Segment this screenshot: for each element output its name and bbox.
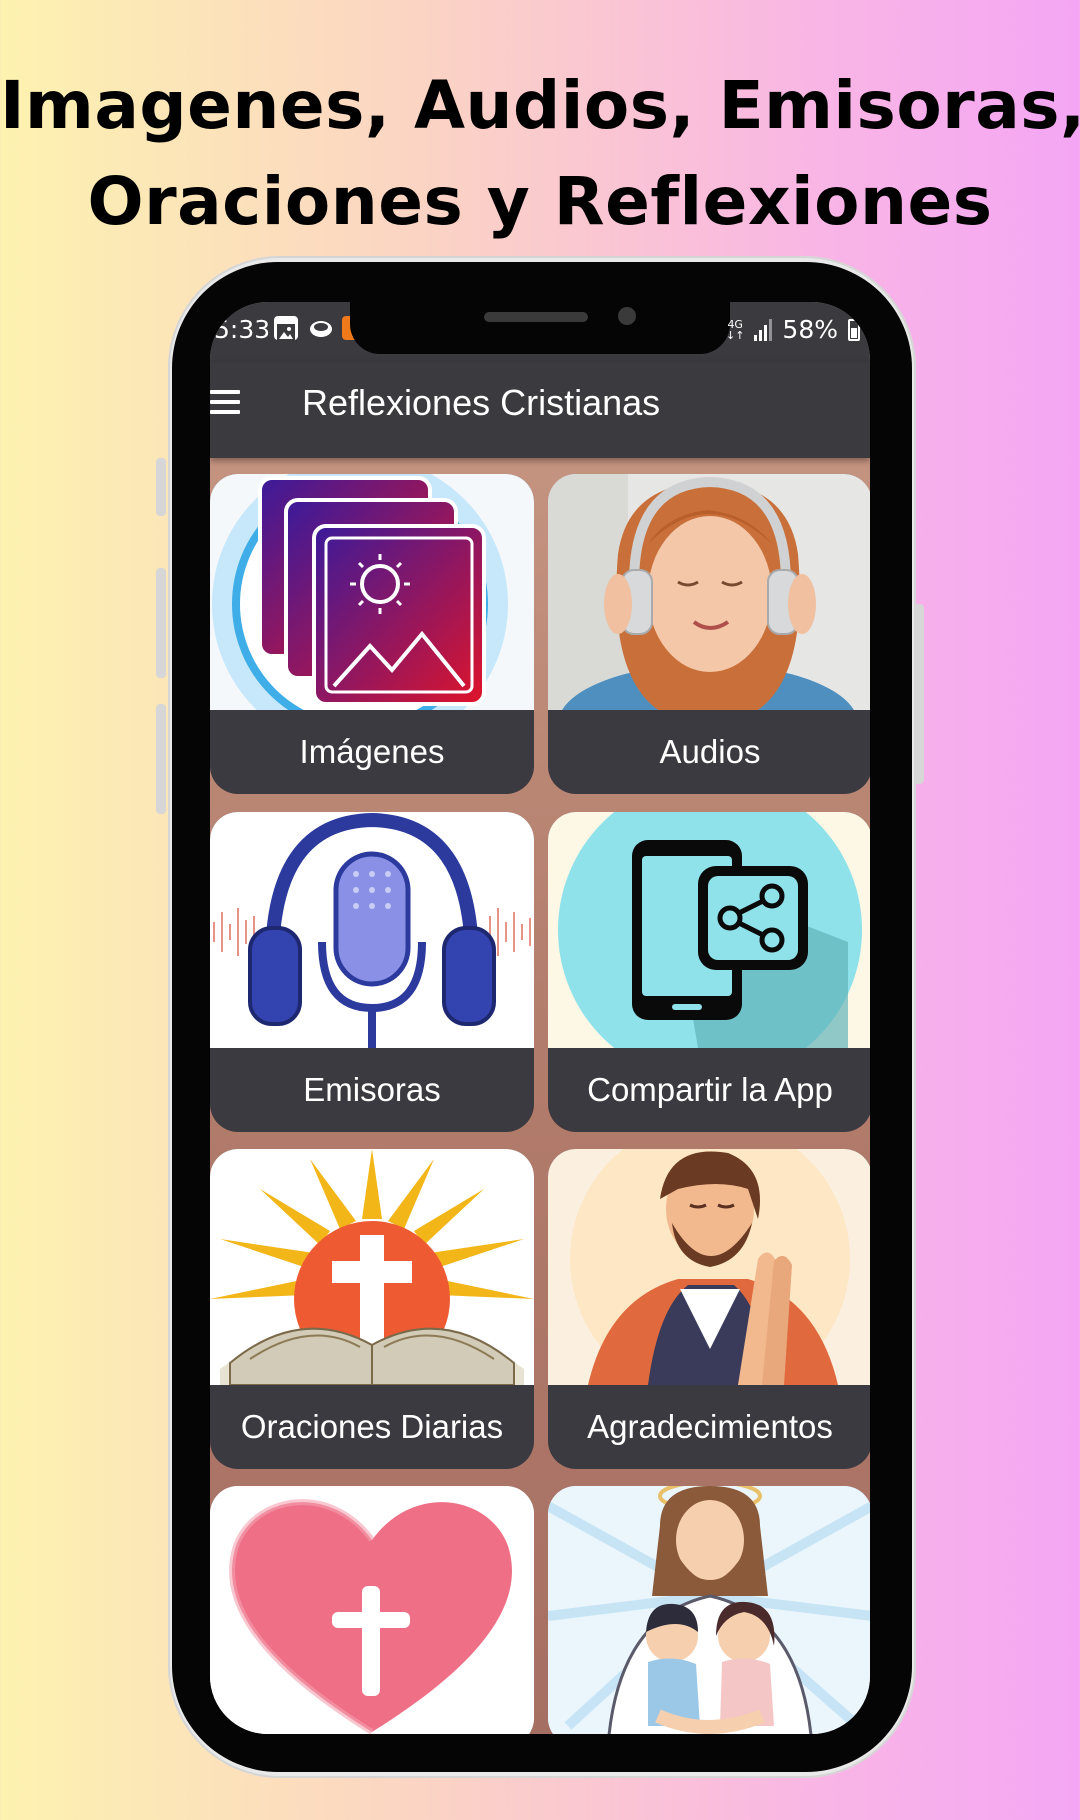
menu-card-oraciones-diarias[interactable]: Oraciones Diarias: [210, 1149, 534, 1469]
front-camera: [618, 307, 636, 325]
image-gallery-icon: [210, 474, 534, 710]
phone-power-button: [914, 604, 924, 784]
phone-notch: [350, 302, 730, 354]
menu-card-compartir-app[interactable]: Compartir la App: [548, 812, 870, 1132]
battery-icon: [848, 318, 860, 341]
menu-card-label: Emisoras: [303, 1071, 441, 1108]
phone-screen: 5:33 4G ↓↑ 58% Reflexiones Cristianas Im…: [210, 302, 870, 1734]
status-bar: 5:33 4G ↓↑ 58%: [210, 302, 870, 362]
phone-side-button: [156, 458, 166, 516]
girl-headphones-image: [548, 474, 870, 710]
phone-share-icon: [548, 812, 870, 1048]
app-toolbar: Reflexiones Cristianas: [210, 362, 870, 458]
cloud-notification-icon: [308, 316, 332, 340]
data-arrows-icon: ↓↑: [725, 328, 745, 342]
battery-percent: 58%: [782, 315, 838, 344]
jesus-children-image: [548, 1486, 870, 1734]
microphone-headphones-icon: [210, 812, 534, 1048]
menu-card-label: Agradecimientos: [587, 1408, 833, 1445]
menu-card-label: Oraciones Diarias: [240, 1408, 504, 1445]
network-type-indicator: 4G ↓↑: [725, 317, 745, 342]
app-title: Reflexiones Cristianas: [302, 382, 661, 423]
menu-card-label: Compartir la App: [587, 1071, 833, 1108]
menu-card-label: Imágenes: [299, 733, 445, 770]
menu-card-emisoras[interactable]: Emisoras: [210, 812, 534, 1132]
earpiece-speaker: [484, 312, 588, 322]
headline-line-2: Oraciones y Reflexiones: [87, 163, 993, 240]
gallery-notification-icon: [274, 316, 298, 342]
headline-line-1: Imagenes, Audios, Emisoras,: [0, 67, 1080, 144]
status-system-icons: 4G ↓↑ 58%: [726, 315, 860, 344]
promo-headline: Imagenes, Audios, Emisoras, Oraciones y …: [0, 58, 1080, 250]
menu-card-imagenes[interactable]: Imágenes: [210, 474, 534, 794]
signal-strength-icon: [754, 318, 773, 341]
phone-volume-down-button: [156, 704, 166, 814]
menu-card-jesus-children[interactable]: [548, 1486, 870, 1734]
menu-card-label: Audios: [659, 733, 761, 770]
menu-card-audios[interactable]: Audios: [548, 474, 870, 794]
bible-cross-sunrise-icon: [210, 1149, 534, 1385]
status-time: 5:33: [214, 315, 271, 344]
heart-cross-icon: [210, 1486, 534, 1734]
hamburger-menu-icon[interactable]: [210, 390, 240, 416]
menu-card-agradecimientos[interactable]: Agradecimientos: [548, 1149, 870, 1469]
phone-volume-up-button: [156, 568, 166, 678]
man-praying-image: [548, 1149, 870, 1385]
menu-card-heart-cross[interactable]: [210, 1486, 534, 1734]
